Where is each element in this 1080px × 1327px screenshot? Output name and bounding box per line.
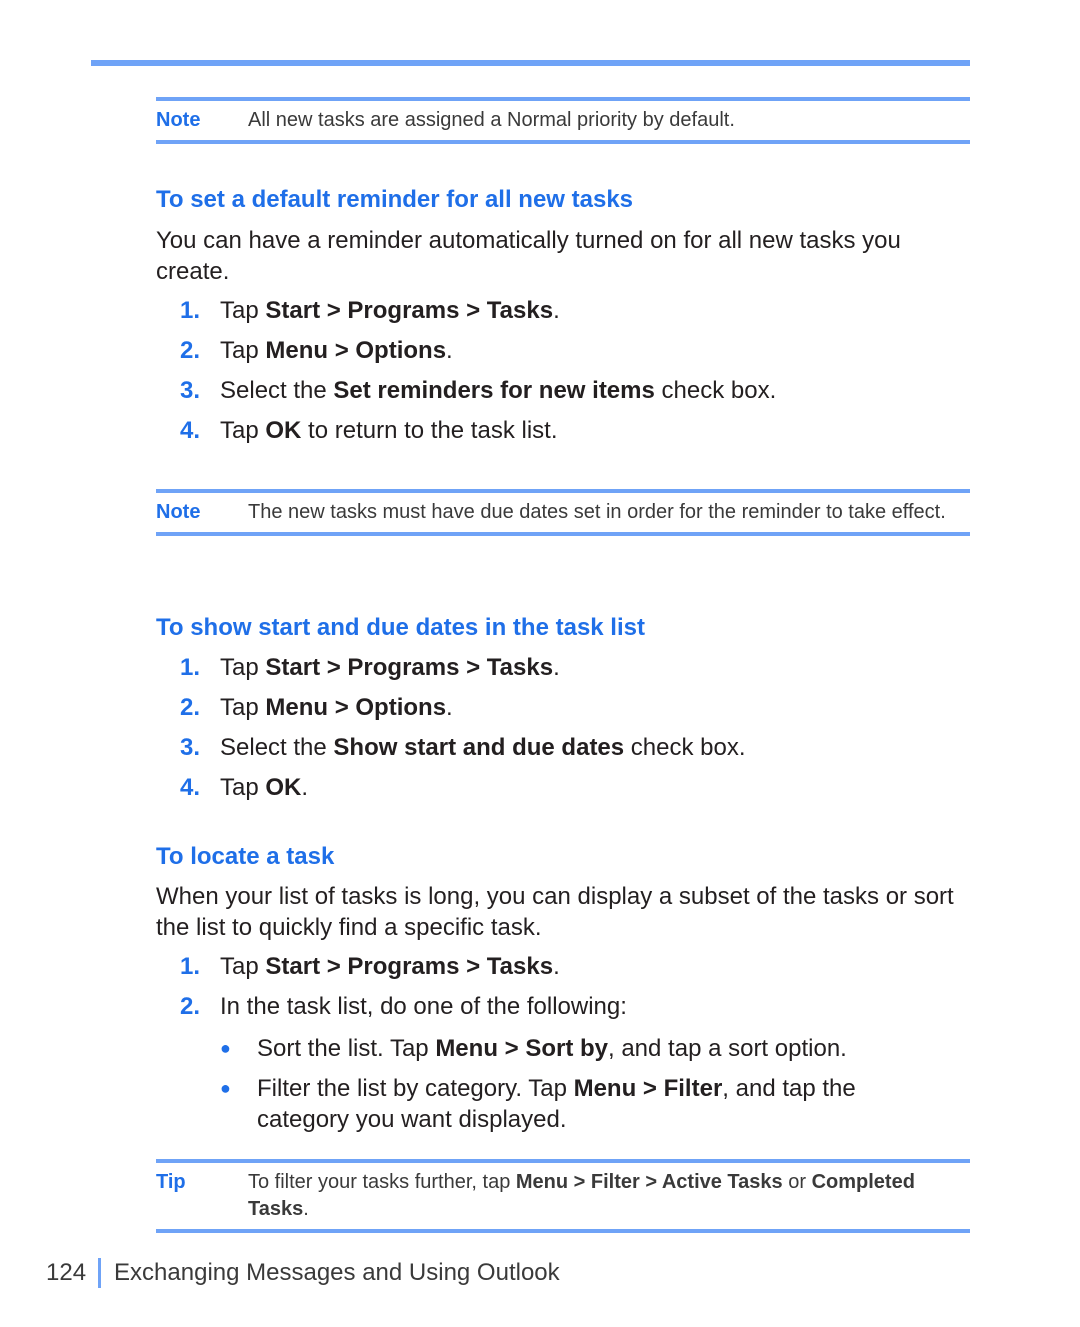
step-item: 2. Tap Menu > Options. — [180, 337, 453, 364]
tip-box: Tip To filter your tasks further, tap Me… — [156, 1159, 970, 1233]
note-box: Note The new tasks must have due dates s… — [156, 489, 970, 536]
page-footer: 124 Exchanging Messages and Using Outloo… — [46, 1258, 560, 1288]
step-item: 2. In the task list, do one of the follow… — [180, 993, 627, 1020]
tip-text: To filter your tasks further, tap Menu >… — [248, 1171, 915, 1220]
note-box: Note All new tasks are assigned a Normal… — [156, 97, 970, 144]
steps-list: 1. Tap Start > Programs > Tasks. 2. Tap Me… — [180, 648, 746, 808]
step-item: 4. Tap OK. — [180, 774, 309, 801]
section-heading: To locate a task — [156, 843, 335, 870]
tip-label: Tip — [156, 1171, 186, 1193]
step-item: 1. Tap Start > Programs > Tasks. — [180, 297, 560, 324]
header-rule — [91, 60, 970, 66]
bullet-icon: ● — [220, 1078, 231, 1098]
note-label: Note — [156, 501, 201, 523]
step-item: 2. Tap Menu > Options. — [180, 694, 453, 721]
step-item: 3. Select the Show start and due dates ch… — [180, 734, 746, 761]
footer-divider — [98, 1258, 102, 1288]
bullet-icon: ● — [220, 1038, 231, 1058]
step-item: 3. Select the Set reminders for new items… — [180, 377, 777, 404]
steps-list: 1. Tap Start > Programs > Tasks. 2. Tap Me… — [180, 291, 776, 451]
note-label: Note — [156, 109, 201, 131]
section-intro: When your list of tasks is long, you can… — [156, 883, 954, 941]
note-text: The new tasks must have due dates set in… — [248, 501, 946, 523]
bullet-list: ● Sort the list. Tap Menu > Sort by, and … — [220, 1033, 937, 1144]
page-number: 124 — [46, 1259, 87, 1286]
bullet-item: ● Filter the list by category. Tap Menu >… — [220, 1075, 856, 1133]
section-heading: To set a default reminder for all new ta… — [156, 186, 634, 213]
note-text: All new tasks are assigned a Normal prio… — [248, 109, 735, 131]
chapter-title: Exchanging Messages and Using Outlook — [114, 1259, 560, 1286]
bullet-item: ● Sort the list. Tap Menu > Sort by, and … — [220, 1035, 847, 1062]
steps-list: 1. Tap Start > Programs > Tasks. 2. In the… — [180, 947, 627, 1027]
step-item: 1. Tap Start > Programs > Tasks. — [180, 654, 560, 681]
step-item: 1. Tap Start > Programs > Tasks. — [180, 953, 560, 980]
step-item: 4. Tap OK to return to the task list. — [180, 417, 558, 444]
section-intro: You can have a reminder automatically tu… — [156, 227, 901, 285]
section-heading: To show start and due dates in the task … — [156, 614, 645, 641]
